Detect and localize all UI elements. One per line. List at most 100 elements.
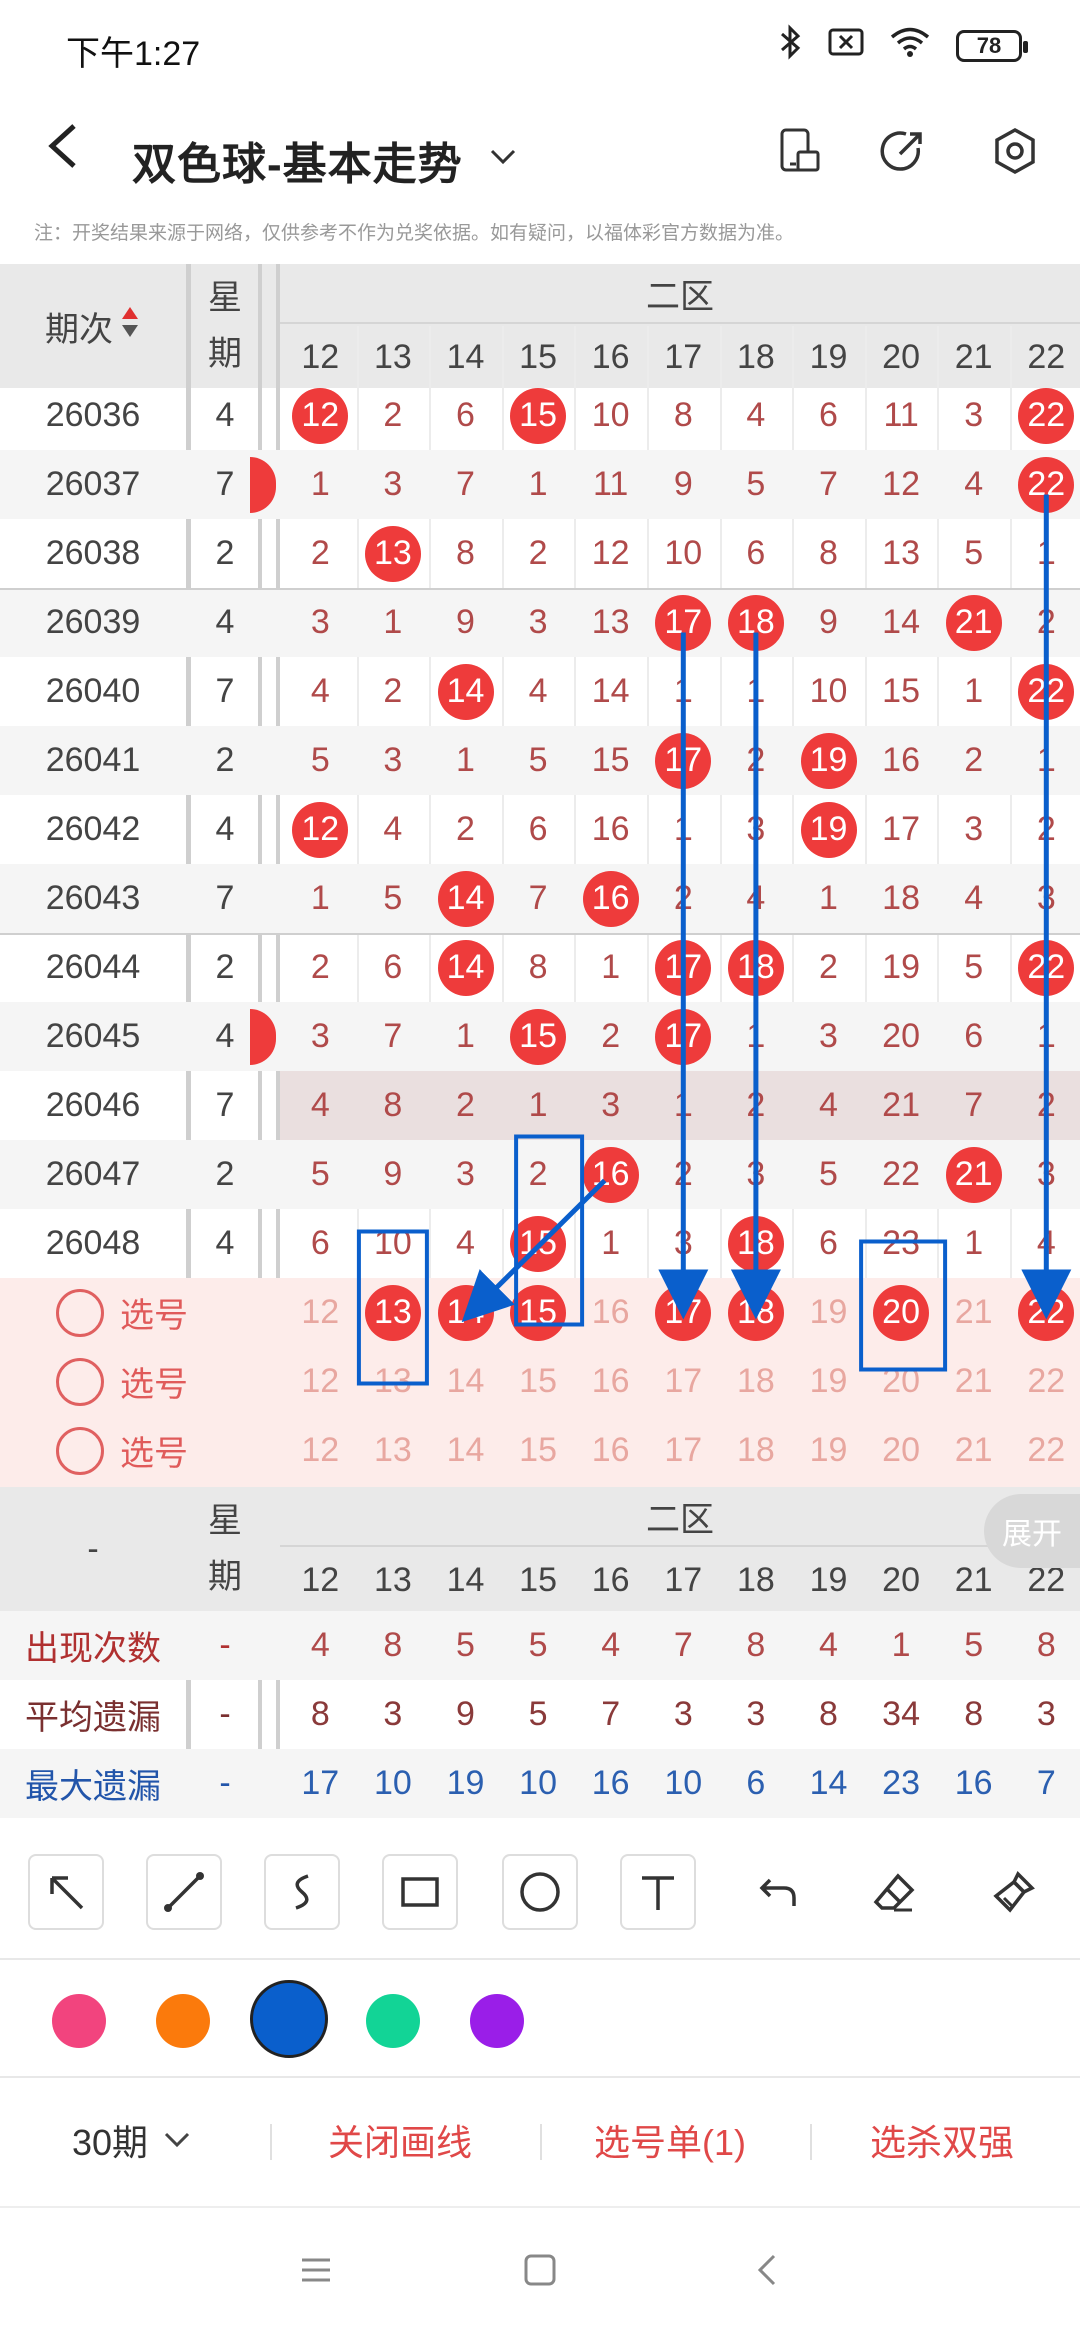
picked-ball[interactable]: 14 [437, 1284, 494, 1341]
picked-ball[interactable]: 17 [655, 1284, 712, 1341]
trend-table[interactable]: 期次星期二区 12 13 14 15 16 17 18 19 20 21 22 26036 4 12 2 6 15… [0, 264, 1080, 1834]
pick-number[interactable]: 18 [737, 1431, 775, 1470]
pick-cell[interactable]: 16 [575, 1347, 647, 1416]
pick-cell[interactable]: 21 [938, 1416, 1010, 1485]
pick-number[interactable]: 13 [374, 1431, 412, 1470]
pick-number[interactable]: 22 [1027, 1431, 1065, 1470]
pick-cell[interactable]: 22 [1010, 1278, 1080, 1347]
pick-cell[interactable]: 14 [430, 1347, 502, 1416]
pick-number[interactable]: 21 [955, 1431, 993, 1470]
color-swatch-pink[interactable] [52, 1994, 106, 2048]
circle-tool-button[interactable] [502, 1854, 578, 1930]
pick-number[interactable]: 17 [664, 1431, 702, 1470]
pick-cell[interactable]: 15 [502, 1416, 574, 1485]
pick-cell[interactable]: 21 [938, 1278, 1010, 1347]
eraser-button[interactable] [856, 1854, 932, 1930]
picked-ball[interactable]: 13 [364, 1284, 421, 1341]
pick-cell[interactable]: 12 [284, 1278, 356, 1347]
pick-number[interactable]: 15 [519, 1362, 557, 1401]
expand-button[interactable]: 展开 [984, 1494, 1080, 1568]
pick-cell[interactable]: 17 [647, 1278, 719, 1347]
pick-number[interactable]: 13 [374, 1362, 412, 1401]
radio-circle-icon[interactable] [56, 1288, 104, 1337]
pick-cell[interactable]: 13 [357, 1347, 429, 1416]
pick-number[interactable]: 15 [519, 1431, 557, 1470]
system-back-button[interactable] [748, 2250, 788, 2295]
color-swatch-purple[interactable] [470, 1994, 524, 2048]
pick-number[interactable]: 21 [955, 1293, 993, 1332]
settings-button[interactable] [980, 116, 1050, 186]
pick-number[interactable]: 12 [301, 1362, 339, 1401]
pick-cell[interactable]: 20 [865, 1278, 937, 1347]
pick-cell[interactable]: 14 [430, 1416, 502, 1485]
pick-number[interactable]: 19 [810, 1362, 848, 1401]
pick-number[interactable]: 12 [301, 1293, 339, 1332]
pick-cell[interactable]: 18 [720, 1416, 792, 1485]
pick-number[interactable]: 19 [810, 1431, 848, 1470]
pick-cell[interactable]: 14 [430, 1278, 502, 1347]
pick-number[interactable]: 17 [664, 1362, 702, 1401]
home-button[interactable] [520, 2250, 560, 2295]
line-tool-button[interactable] [146, 1854, 222, 1930]
pick-number[interactable]: 21 [955, 1362, 993, 1401]
pick-cell[interactable]: 20 [865, 1416, 937, 1485]
curve-tool-button[interactable] [264, 1854, 340, 1930]
pick-cell[interactable]: 18 [720, 1278, 792, 1347]
color-swatch-orange[interactable] [156, 1994, 210, 2048]
pick-cell[interactable]: 17 [647, 1347, 719, 1416]
period-selector[interactable]: 30期 [72, 2114, 192, 2166]
pick-number[interactable]: 20 [882, 1431, 920, 1470]
pick-number[interactable]: 16 [592, 1362, 630, 1401]
pick-cell[interactable]: 19 [793, 1416, 865, 1485]
pick-number[interactable]: 22 [1027, 1362, 1065, 1401]
close-drawing-button[interactable]: 关闭画线 [328, 2114, 472, 2166]
pick-number[interactable]: 16 [592, 1293, 630, 1332]
arrow-tool-button[interactable] [28, 1854, 104, 1930]
back-button[interactable] [42, 116, 102, 196]
pick-cell[interactable]: 22 [1010, 1416, 1080, 1485]
picked-ball[interactable]: 20 [873, 1284, 930, 1341]
color-swatch-green[interactable] [366, 1994, 420, 2048]
text-tool-button[interactable] [620, 1854, 696, 1930]
pick-number[interactable]: 18 [737, 1362, 775, 1401]
share-button[interactable] [868, 116, 938, 186]
pick-number[interactable]: 14 [447, 1431, 485, 1470]
pick-cell[interactable]: 19 [793, 1347, 865, 1416]
pick-number[interactable]: 12 [301, 1431, 339, 1470]
color-swatch-blue-selected[interactable] [250, 1980, 328, 2058]
menu-button[interactable] [296, 2250, 336, 2295]
phone-layout-button[interactable] [764, 116, 834, 186]
pick-cell[interactable]: 15 [502, 1278, 574, 1347]
clear-brush-button[interactable] [976, 1854, 1052, 1930]
pick-cell[interactable]: 17 [647, 1416, 719, 1485]
pick-cell[interactable]: 19 [793, 1278, 865, 1347]
pick-row-selector[interactable]: 选号 [56, 1416, 216, 1485]
pick-row-selector[interactable]: 选号 [56, 1347, 216, 1416]
page-title[interactable]: 双色球-基本走势 [132, 128, 463, 192]
pick-number[interactable]: 16 [592, 1431, 630, 1470]
pick-cell[interactable]: 22 [1010, 1347, 1080, 1416]
undo-button[interactable] [740, 1854, 816, 1930]
pick-cell[interactable]: 21 [938, 1347, 1010, 1416]
title-dropdown[interactable] [488, 126, 518, 186]
pick-number[interactable]: 14 [447, 1362, 485, 1401]
kill-filter-button[interactable]: 选杀双强 [870, 2114, 1014, 2166]
pick-cell[interactable]: 16 [575, 1278, 647, 1347]
rect-tool-button[interactable] [382, 1854, 458, 1930]
picked-ball[interactable]: 18 [727, 1284, 784, 1341]
pick-cell[interactable]: 12 [284, 1416, 356, 1485]
pick-number[interactable]: 19 [810, 1293, 848, 1332]
pick-cell[interactable]: 13 [357, 1416, 429, 1485]
radio-circle-icon[interactable] [56, 1357, 104, 1406]
picked-ball[interactable]: 22 [1018, 1284, 1075, 1341]
pick-row-selector[interactable]: 选号 [56, 1278, 216, 1347]
pick-cell[interactable]: 16 [575, 1416, 647, 1485]
pick-number[interactable]: 20 [882, 1362, 920, 1401]
radio-circle-icon[interactable] [56, 1426, 104, 1475]
pick-cell[interactable]: 20 [865, 1347, 937, 1416]
issue-header[interactable]: 期次 [0, 264, 186, 388]
pick-cell[interactable]: 15 [502, 1347, 574, 1416]
pick-cell[interactable]: 18 [720, 1347, 792, 1416]
pick-cell[interactable]: 13 [357, 1278, 429, 1347]
pick-list-button[interactable]: 选号单(1) [594, 2114, 746, 2166]
